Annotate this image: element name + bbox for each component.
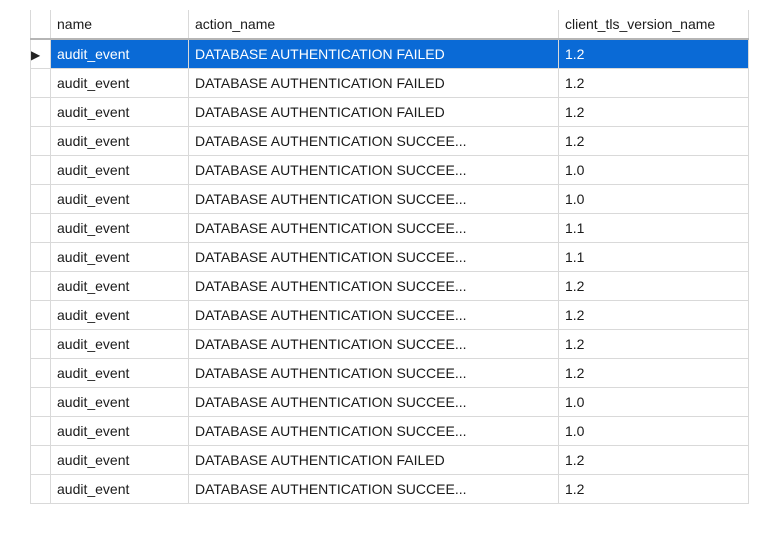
- cell-action-name[interactable]: DATABASE AUTHENTICATION FAILED: [189, 445, 559, 474]
- cell-action-name[interactable]: DATABASE AUTHENTICATION SUCCEE...: [189, 271, 559, 300]
- row-indicator-cell[interactable]: [31, 358, 51, 387]
- cell-action-name[interactable]: DATABASE AUTHENTICATION FAILED: [189, 39, 559, 68]
- cell-name[interactable]: audit_event: [51, 126, 189, 155]
- cell-tls-version[interactable]: 1.2: [559, 474, 749, 503]
- cell-name[interactable]: audit_event: [51, 329, 189, 358]
- table-row[interactable]: audit_eventDATABASE AUTHENTICATION SUCCE…: [31, 155, 749, 184]
- cell-action-name[interactable]: DATABASE AUTHENTICATION SUCCEE...: [189, 358, 559, 387]
- cell-action-name[interactable]: DATABASE AUTHENTICATION SUCCEE...: [189, 329, 559, 358]
- cell-action-name[interactable]: DATABASE AUTHENTICATION SUCCEE...: [189, 387, 559, 416]
- cell-name[interactable]: audit_event: [51, 300, 189, 329]
- cell-tls-version[interactable]: 1.0: [559, 387, 749, 416]
- cell-tls-version[interactable]: 1.2: [559, 358, 749, 387]
- cell-tls-version[interactable]: 1.0: [559, 155, 749, 184]
- cell-name[interactable]: audit_event: [51, 271, 189, 300]
- cell-tls-version[interactable]: 1.2: [559, 39, 749, 68]
- cell-action-name[interactable]: DATABASE AUTHENTICATION SUCCEE...: [189, 184, 559, 213]
- row-indicator-cell[interactable]: [31, 97, 51, 126]
- row-indicator-cell[interactable]: [31, 213, 51, 242]
- table-row[interactable]: audit_eventDATABASE AUTHENTICATION SUCCE…: [31, 126, 749, 155]
- cell-action-name[interactable]: DATABASE AUTHENTICATION SUCCEE...: [189, 242, 559, 271]
- table-row[interactable]: audit_eventDATABASE AUTHENTICATION SUCCE…: [31, 184, 749, 213]
- row-indicator-cell[interactable]: [31, 68, 51, 97]
- cell-tls-version[interactable]: 1.2: [559, 68, 749, 97]
- column-header-action[interactable]: action_name: [189, 10, 559, 39]
- row-indicator-cell[interactable]: [31, 184, 51, 213]
- row-indicator-cell[interactable]: [31, 271, 51, 300]
- cell-name[interactable]: audit_event: [51, 213, 189, 242]
- cell-action-name[interactable]: DATABASE AUTHENTICATION FAILED: [189, 97, 559, 126]
- cell-action-name[interactable]: DATABASE AUTHENTICATION SUCCEE...: [189, 126, 559, 155]
- cell-tls-version[interactable]: 1.1: [559, 213, 749, 242]
- cell-tls-version[interactable]: 1.2: [559, 445, 749, 474]
- table-row[interactable]: audit_eventDATABASE AUTHENTICATION FAILE…: [31, 68, 749, 97]
- table-row[interactable]: ▶ audit_eventDATABASE AUTHENTICATION FAIL…: [31, 39, 749, 68]
- row-indicator-cell[interactable]: [31, 474, 51, 503]
- cell-name[interactable]: audit_event: [51, 39, 189, 68]
- cell-name[interactable]: audit_event: [51, 416, 189, 445]
- table-row[interactable]: audit_eventDATABASE AUTHENTICATION SUCCE…: [31, 271, 749, 300]
- cell-action-name[interactable]: DATABASE AUTHENTICATION SUCCEE...: [189, 155, 559, 184]
- cell-action-name[interactable]: DATABASE AUTHENTICATION SUCCEE...: [189, 416, 559, 445]
- table-row[interactable]: audit_eventDATABASE AUTHENTICATION FAILE…: [31, 97, 749, 126]
- cell-name[interactable]: audit_event: [51, 242, 189, 271]
- table-row[interactable]: audit_eventDATABASE AUTHENTICATION SUCCE…: [31, 416, 749, 445]
- row-indicator-cell[interactable]: [31, 416, 51, 445]
- cell-action-name[interactable]: DATABASE AUTHENTICATION SUCCEE...: [189, 213, 559, 242]
- table-row[interactable]: audit_eventDATABASE AUTHENTICATION SUCCE…: [31, 242, 749, 271]
- table-row[interactable]: audit_eventDATABASE AUTHENTICATION SUCCE…: [31, 213, 749, 242]
- cell-name[interactable]: audit_event: [51, 97, 189, 126]
- table-row[interactable]: audit_eventDATABASE AUTHENTICATION SUCCE…: [31, 300, 749, 329]
- cell-name[interactable]: audit_event: [51, 184, 189, 213]
- row-indicator-cell[interactable]: [31, 445, 51, 474]
- cell-name[interactable]: audit_event: [51, 445, 189, 474]
- cell-tls-version[interactable]: 1.2: [559, 329, 749, 358]
- table-row[interactable]: audit_eventDATABASE AUTHENTICATION FAILE…: [31, 445, 749, 474]
- row-indicator-cell[interactable]: [31, 155, 51, 184]
- cell-tls-version[interactable]: 1.2: [559, 126, 749, 155]
- cell-tls-version[interactable]: 1.2: [559, 271, 749, 300]
- table-row[interactable]: audit_eventDATABASE AUTHENTICATION SUCCE…: [31, 387, 749, 416]
- column-header-name[interactable]: name: [51, 10, 189, 39]
- cell-name[interactable]: audit_event: [51, 358, 189, 387]
- cell-name[interactable]: audit_event: [51, 387, 189, 416]
- cell-tls-version[interactable]: 1.0: [559, 416, 749, 445]
- row-indicator-header: [31, 10, 51, 39]
- cell-action-name[interactable]: DATABASE AUTHENTICATION SUCCEE...: [189, 474, 559, 503]
- row-indicator-cell[interactable]: [31, 387, 51, 416]
- row-indicator-cell[interactable]: [31, 242, 51, 271]
- results-grid[interactable]: name action_name client_tls_version_name…: [30, 10, 749, 504]
- cell-action-name[interactable]: DATABASE AUTHENTICATION FAILED: [189, 68, 559, 97]
- row-indicator-cell[interactable]: ▶: [31, 39, 51, 68]
- cell-tls-version[interactable]: 1.2: [559, 97, 749, 126]
- cell-name[interactable]: audit_event: [51, 474, 189, 503]
- table-row[interactable]: audit_eventDATABASE AUTHENTICATION SUCCE…: [31, 474, 749, 503]
- cell-name[interactable]: audit_event: [51, 68, 189, 97]
- cell-tls-version[interactable]: 1.0: [559, 184, 749, 213]
- cell-name[interactable]: audit_event: [51, 155, 189, 184]
- row-indicator-cell[interactable]: [31, 329, 51, 358]
- column-header-tls[interactable]: client_tls_version_name: [559, 10, 749, 39]
- row-indicator-icon: ▶: [31, 48, 40, 62]
- table-row[interactable]: audit_eventDATABASE AUTHENTICATION SUCCE…: [31, 329, 749, 358]
- table-row[interactable]: audit_eventDATABASE AUTHENTICATION SUCCE…: [31, 358, 749, 387]
- row-indicator-cell[interactable]: [31, 300, 51, 329]
- row-indicator-cell[interactable]: [31, 126, 51, 155]
- cell-tls-version[interactable]: 1.1: [559, 242, 749, 271]
- grid-header-row: name action_name client_tls_version_name: [31, 10, 749, 39]
- cell-action-name[interactable]: DATABASE AUTHENTICATION SUCCEE...: [189, 300, 559, 329]
- cell-tls-version[interactable]: 1.2: [559, 300, 749, 329]
